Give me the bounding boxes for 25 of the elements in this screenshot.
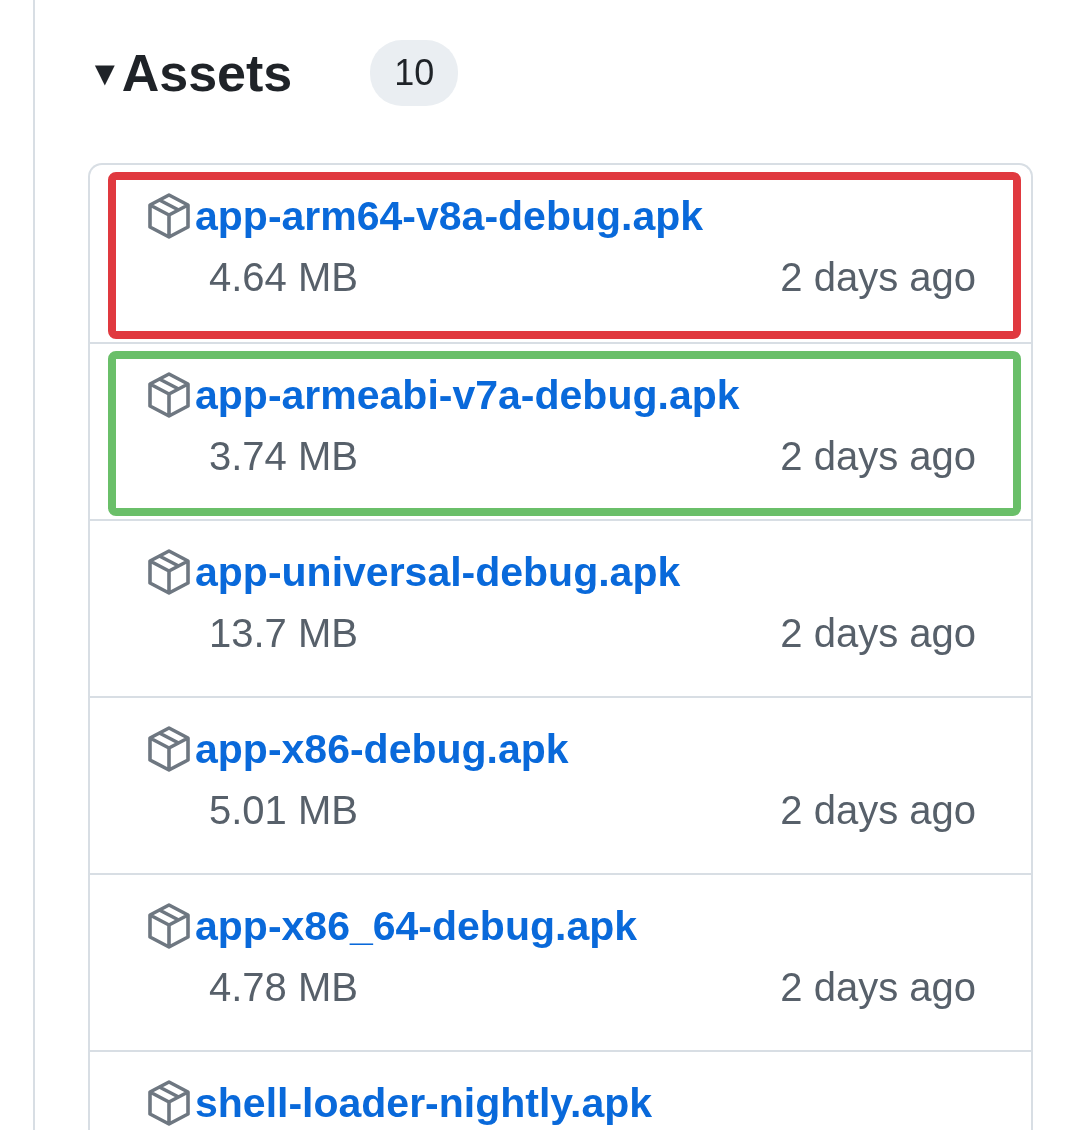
upload-date: 2 days ago — [780, 965, 976, 1010]
asset-link[interactable]: app-x86-debug.apk — [195, 725, 569, 773]
file-size: 3.74 MB — [209, 434, 358, 479]
upload-date: 2 days ago — [780, 255, 976, 300]
file-size: 5.01 MB — [209, 788, 358, 833]
asset-link[interactable]: shell-loader-nightly.apk — [195, 1079, 653, 1127]
file-size: 4.64 MB — [209, 255, 358, 300]
package-icon — [145, 1078, 193, 1128]
package-icon — [145, 370, 193, 420]
upload-date: 2 days ago — [780, 788, 976, 833]
upload-date: 2 days ago — [780, 611, 976, 656]
collapse-toggle[interactable]: ▼ — [88, 53, 122, 93]
asset-link[interactable]: app-x86_64-debug.apk — [195, 902, 638, 950]
asset-link[interactable]: app-armeabi-v7a-debug.apk — [195, 371, 740, 419]
package-icon — [145, 724, 193, 774]
asset-link[interactable]: app-universal-debug.apk — [195, 548, 681, 596]
package-icon — [145, 547, 193, 597]
file-size: 4.78 MB — [209, 965, 358, 1010]
upload-date: 2 days ago — [780, 434, 976, 479]
count-badge: 10 — [370, 40, 459, 106]
file-size: 13.7 MB — [209, 611, 358, 656]
asset-link[interactable]: app-arm64-v8a-debug.apk — [195, 192, 704, 240]
package-icon — [145, 901, 193, 951]
package-icon — [145, 191, 193, 241]
section-title: Assets — [121, 43, 293, 103]
